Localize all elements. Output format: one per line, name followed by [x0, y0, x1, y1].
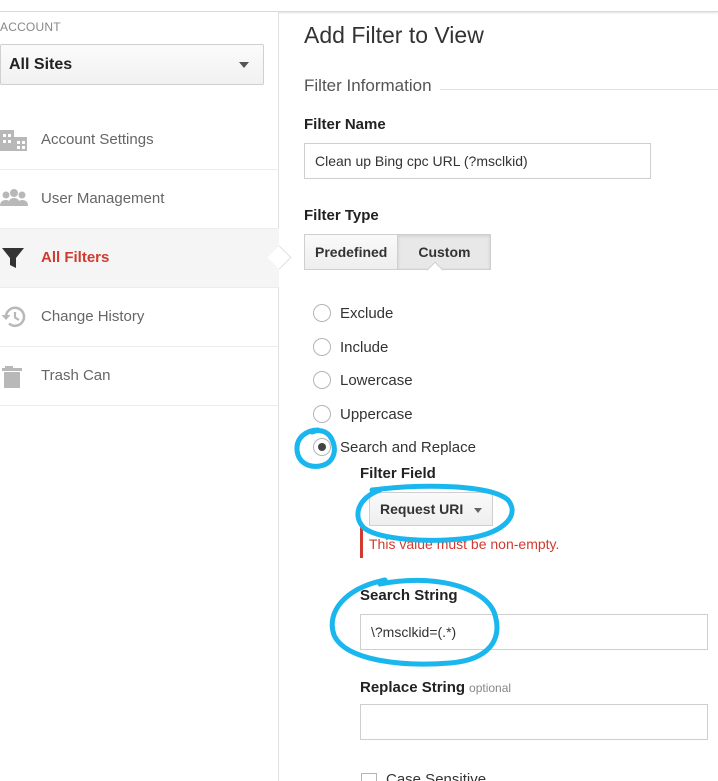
filter-type-toggle: Predefined Custom: [304, 234, 492, 270]
predefined-button[interactable]: Predefined: [304, 234, 399, 270]
building-icon: [0, 128, 28, 152]
custom-button[interactable]: Custom: [398, 234, 492, 270]
option-search-and-replace[interactable]: Search and Replace: [313, 437, 476, 457]
sidebar-nav: Account Settings User Management All Fil…: [0, 111, 279, 406]
account-select-value: All Sites: [9, 56, 73, 73]
sidebar-item-label: Account Settings: [41, 131, 154, 148]
optional-hint: optional: [469, 681, 512, 695]
filter-name-input[interactable]: [304, 143, 651, 179]
history-icon: [0, 305, 28, 329]
sidebar-item-user-management[interactable]: User Management: [0, 170, 279, 229]
radio-label: Lowercase: [340, 371, 413, 389]
sidebar-item-label: All Filters: [41, 249, 110, 266]
radio-label: Exclude: [340, 304, 394, 322]
replace-string-input[interactable]: [360, 704, 708, 740]
radio-button[interactable]: [313, 371, 331, 389]
replace-string-label: Replace String optional: [360, 679, 511, 696]
sidebar-item-label: User Management: [41, 190, 165, 207]
filter-type-label: Filter Type: [304, 207, 379, 224]
search-string-label: Search String: [360, 587, 458, 604]
radio-label: Uppercase: [340, 405, 413, 423]
filter-field-value: Request URI: [380, 501, 464, 517]
sidebar-item-account-settings[interactable]: Account Settings: [0, 111, 279, 170]
radio-label: Include: [340, 338, 389, 356]
search-string-input[interactable]: [360, 614, 708, 650]
option-include[interactable]: Include: [313, 337, 388, 357]
filter-icon: [0, 246, 28, 270]
radio-label: Search and Replace: [340, 438, 476, 456]
chevron-down-icon: [474, 508, 482, 513]
replace-string-label-text: Replace String: [360, 679, 466, 696]
users-icon: [0, 187, 28, 211]
filter-field-select[interactable]: Request URI: [369, 492, 493, 526]
account-label: ACCOUNT: [0, 20, 61, 34]
error-indicator: [360, 526, 363, 558]
sidebar: ACCOUNT All Sites Account Settings User …: [0, 12, 279, 781]
option-lowercase[interactable]: Lowercase: [313, 370, 413, 390]
radio-button[interactable]: [313, 338, 331, 356]
page-title: Add Filter to View: [304, 22, 484, 48]
radio-button[interactable]: [313, 405, 331, 423]
trash-icon: [0, 364, 28, 388]
case-sensitive-checkbox[interactable]: [361, 773, 377, 781]
filter-name-label: Filter Name: [304, 116, 386, 133]
sidebar-item-trash-can[interactable]: Trash Can: [0, 347, 279, 406]
radio-button-selected[interactable]: [313, 438, 331, 456]
case-sensitive-label: Case Sensitive: [386, 771, 487, 781]
sidebar-item-all-filters[interactable]: All Filters: [0, 229, 279, 288]
chevron-down-icon: [239, 62, 249, 68]
top-bar: [0, 0, 718, 12]
section-heading: Filter Information: [304, 76, 432, 95]
error-message: This value must be non-empty.: [369, 536, 560, 552]
option-uppercase[interactable]: Uppercase: [313, 404, 413, 424]
section-divider: [440, 89, 718, 90]
option-exclude[interactable]: Exclude: [313, 303, 393, 323]
sidebar-item-label: Trash Can: [41, 367, 111, 384]
filter-field-label: Filter Field: [360, 465, 436, 482]
account-select[interactable]: All Sites: [0, 44, 264, 85]
sidebar-item-label: Change History: [41, 308, 145, 325]
radio-button[interactable]: [313, 304, 331, 322]
sidebar-item-change-history[interactable]: Change History: [0, 288, 279, 347]
